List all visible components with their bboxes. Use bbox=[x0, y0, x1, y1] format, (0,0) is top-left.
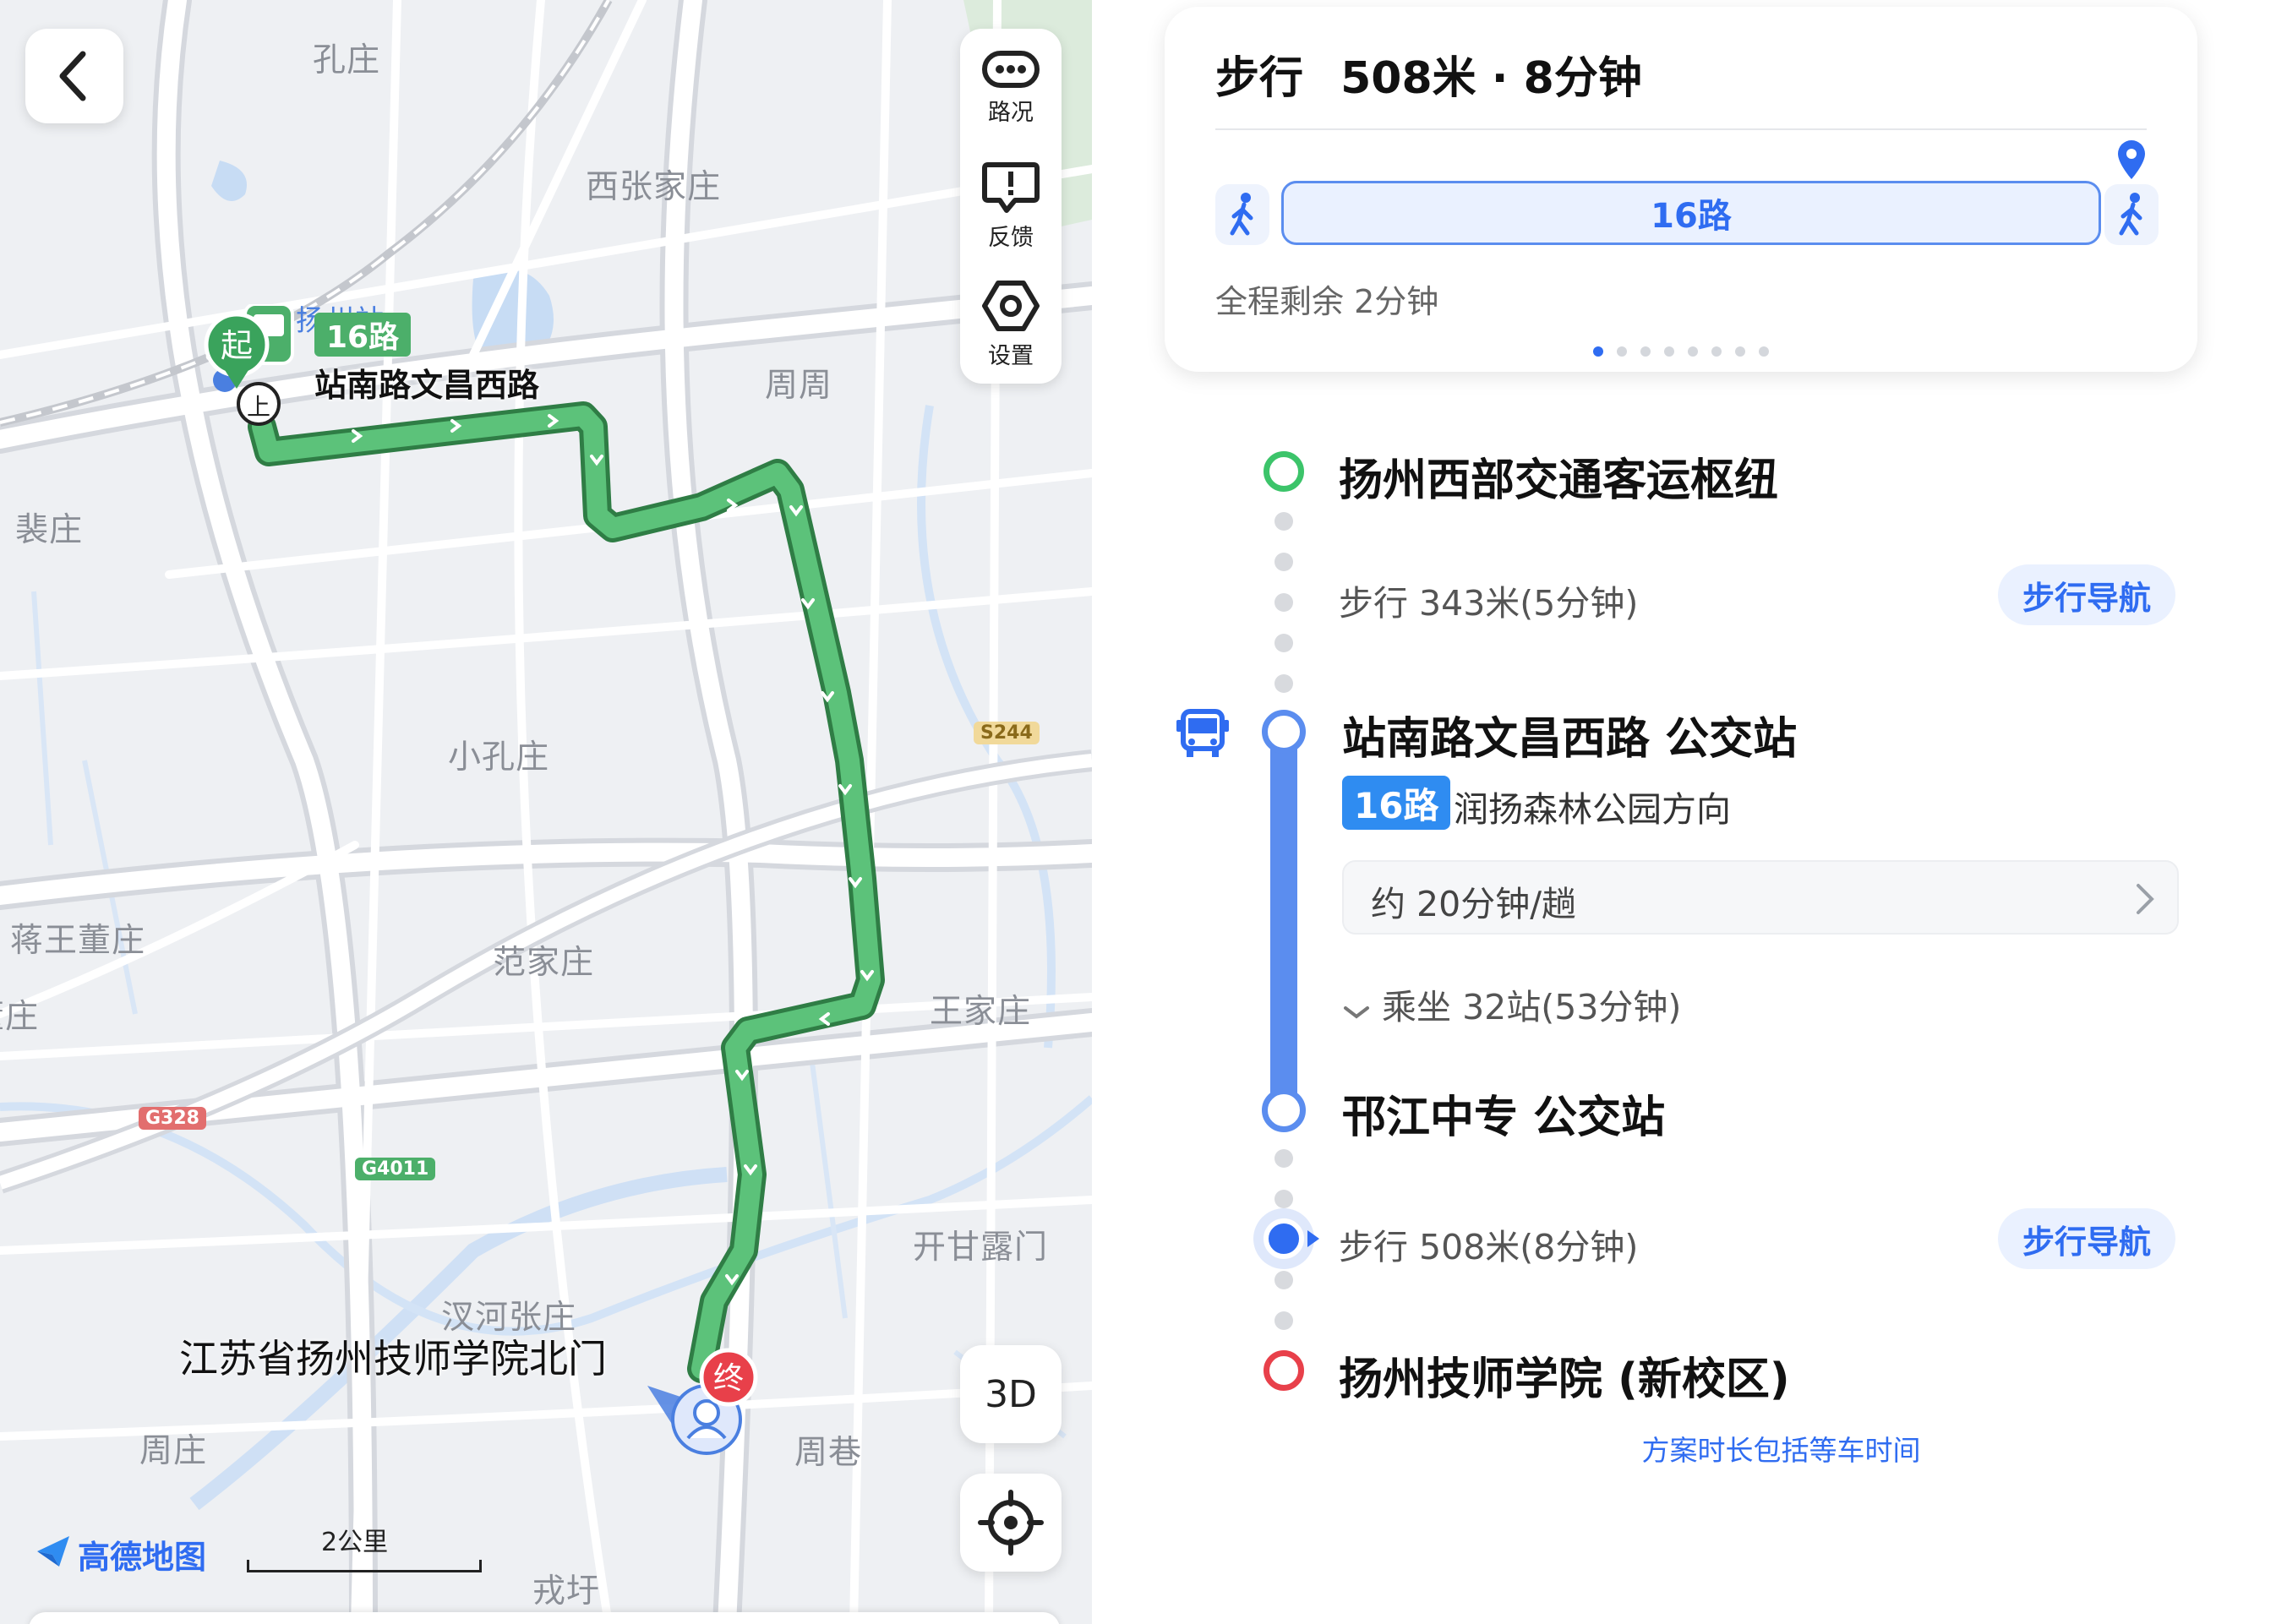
walk-segment-1: 步行 343米(5分钟) bbox=[1339, 583, 1639, 624]
end-marker-text: 终 bbox=[713, 1361, 744, 1396]
feedback-button[interactable]: 反馈 bbox=[960, 147, 1062, 265]
walk-dot bbox=[1274, 593, 1293, 612]
walk-dot bbox=[1274, 674, 1293, 693]
frequency-text: 约 20分钟/趟 bbox=[1371, 884, 1577, 924]
back-button[interactable] bbox=[25, 29, 123, 123]
board-stop-title[interactable]: 站南路文昌西路 公交站 bbox=[1342, 703, 1797, 766]
settings-button[interactable]: 设置 bbox=[960, 265, 1062, 384]
map-view[interactable]: 孔庄 西张家庄 周周 裴庄 小孔庄 蒋王董庄 范家庄 王家庄 董庄 开甘露门 汊… bbox=[0, 0, 1092, 1624]
walk-dot bbox=[1274, 1190, 1293, 1208]
settings-label: 设置 bbox=[988, 342, 1034, 369]
route-badge: 16路 bbox=[314, 313, 412, 357]
walking-icon bbox=[2119, 193, 2142, 236]
scale-label: 2公里 bbox=[321, 1528, 389, 1557]
walk-dot bbox=[1274, 1271, 1293, 1289]
walk-nav-button-1[interactable]: 步行导航 bbox=[1998, 564, 2175, 625]
map-toolbar: 路况 反馈 设置 bbox=[960, 29, 1062, 384]
page-dot[interactable] bbox=[1617, 346, 1627, 357]
bottom-sheet-handle[interactable] bbox=[29, 1612, 1060, 1624]
destination-dot bbox=[1264, 1350, 1304, 1391]
feedback-label: 反馈 bbox=[988, 224, 1034, 251]
bus-line-bar bbox=[1270, 730, 1297, 1112]
frequency-row[interactable]: 约 20分钟/趟 bbox=[1342, 860, 2179, 935]
walk-end-chip bbox=[2104, 184, 2159, 245]
line-badge[interactable]: 16路 bbox=[1342, 776, 1451, 830]
destination-label: 江苏省扬州技师学院北门 bbox=[179, 1336, 607, 1381]
brand-label: 高德地图 bbox=[78, 1539, 207, 1576]
summary-time: 8分钟 bbox=[1523, 53, 1642, 104]
traffic-icon bbox=[982, 50, 1040, 88]
summary-distance: 508米 bbox=[1340, 53, 1476, 104]
divider bbox=[1215, 128, 2147, 130]
locate-button[interactable] bbox=[960, 1474, 1062, 1572]
page-dot[interactable] bbox=[1688, 346, 1698, 357]
walk-segment-2: 步行 508米(8分钟) bbox=[1339, 1227, 1639, 1267]
origin-title[interactable]: 扬州西部交通客运枢纽 bbox=[1339, 444, 1778, 508]
page-dot[interactable] bbox=[1759, 346, 1769, 357]
page-dot[interactable] bbox=[1664, 346, 1674, 357]
summary-title: 步行 508米 · 8分钟 bbox=[1215, 42, 1642, 106]
page-dot[interactable] bbox=[1593, 346, 1603, 357]
chevron-down-icon bbox=[1342, 989, 1371, 1030]
traffic-label: 路况 bbox=[988, 99, 1034, 126]
origin-dot bbox=[1264, 451, 1304, 492]
page-dot[interactable] bbox=[1711, 346, 1722, 357]
walk-nav-button-2[interactable]: 步行导航 bbox=[1998, 1208, 2175, 1269]
destination-title[interactable]: 扬州技师学院 (新校区) bbox=[1339, 1343, 1790, 1407]
feedback-icon bbox=[982, 161, 1040, 213]
scale-bar bbox=[247, 1560, 482, 1572]
line-direction: 润扬森林公园方向 bbox=[1454, 789, 1731, 830]
end-marker-icon: 终 bbox=[647, 1348, 758, 1455]
crosshair-icon bbox=[978, 1490, 1044, 1556]
summary-sep: · bbox=[1491, 53, 1509, 104]
3d-button[interactable]: 3D bbox=[960, 1345, 1062, 1443]
settings-icon bbox=[982, 280, 1040, 331]
ride-stops-text: 乘坐 32站(53分钟) bbox=[1382, 987, 1682, 1027]
page-dot[interactable] bbox=[1735, 346, 1745, 357]
board-stop-dot bbox=[1262, 710, 1306, 754]
walk-start-chip bbox=[1215, 184, 1269, 245]
walk-dot bbox=[1274, 1311, 1293, 1330]
page-dot[interactable] bbox=[1640, 346, 1651, 357]
remaining-time: 全程剩余 2分钟 bbox=[1215, 283, 1439, 320]
bus-icon bbox=[1176, 709, 1229, 757]
traffic-button[interactable]: 路况 bbox=[960, 29, 1062, 147]
walk-dot bbox=[1274, 634, 1293, 652]
ride-stops-toggle[interactable]: 乘坐 32站(53分钟) bbox=[1342, 978, 1681, 1030]
chevron-left-icon bbox=[59, 51, 86, 101]
start-marker-icon: 起 上 bbox=[204, 304, 294, 426]
chevron-right-icon bbox=[2137, 884, 2154, 914]
footnote: 方案时长包括等车时间 bbox=[1641, 1434, 1921, 1467]
walking-icon bbox=[1230, 193, 1253, 236]
walk-summary-card[interactable]: 步行 508米 · 8分钟 16路 全程剩余 2分钟 bbox=[1165, 7, 2197, 372]
current-location-icon bbox=[1253, 1208, 1319, 1269]
walk-dot bbox=[1274, 553, 1293, 571]
walk-dot bbox=[1274, 512, 1293, 531]
start-stop-label: 站南路文昌西路 bbox=[314, 367, 540, 404]
alight-stop-title[interactable]: 邗江中专 公交站 bbox=[1342, 1082, 1665, 1145]
amap-logo-icon bbox=[37, 1536, 69, 1567]
page-indicator[interactable] bbox=[1165, 346, 2197, 358]
start-marker-text: 起 bbox=[221, 327, 253, 364]
alight-stop-dot bbox=[1262, 1088, 1306, 1132]
route-detail-panel: 步行 508米 · 8分钟 16路 全程剩余 2分钟 扬州西部交通客运枢纽 步行… bbox=[1092, 0, 2276, 1624]
walk-dot bbox=[1274, 1149, 1293, 1168]
bus-segment-bar: 16路 bbox=[1281, 181, 2101, 245]
summary-mode: 步行 bbox=[1215, 53, 1304, 104]
location-pin-icon bbox=[2118, 140, 2145, 179]
board-marker-text: 上 bbox=[247, 393, 270, 421]
